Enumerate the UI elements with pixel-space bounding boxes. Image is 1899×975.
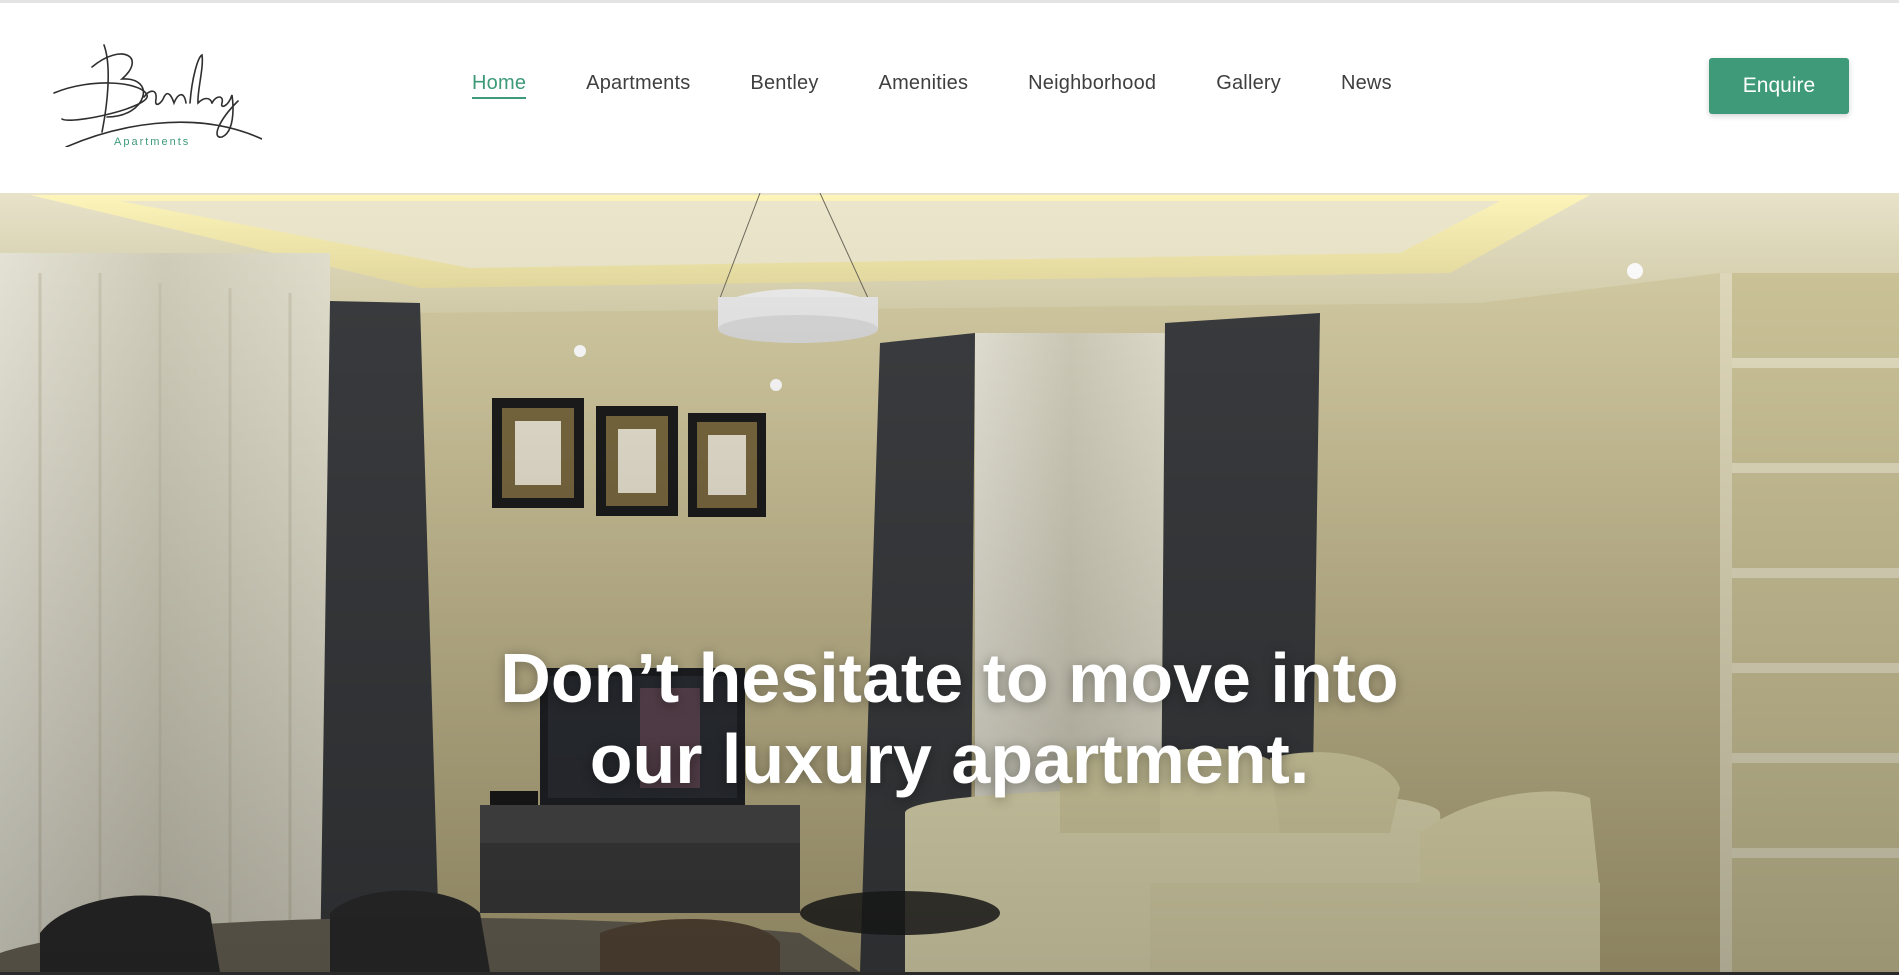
hero-living-room-image xyxy=(0,193,1899,972)
nav-home[interactable]: Home xyxy=(472,72,527,99)
hero-heading-line-1: Don’t hesitate to move into xyxy=(500,639,1399,717)
nav-bentley[interactable]: Bentley xyxy=(750,72,818,99)
main-navigation: Home Apartments Bentley Amenities Neighb… xyxy=(472,3,1392,168)
bentley-logo[interactable]: Apartments xyxy=(52,37,262,147)
site-header: Apartments Home Apartments Bentley Ameni… xyxy=(0,3,1899,193)
hero-heading: Don’t hesitate to move into our luxury a… xyxy=(0,638,1899,800)
bentley-logo-icon: Apartments xyxy=(53,44,262,147)
nav-news[interactable]: News xyxy=(1341,72,1392,99)
nav-apartments[interactable]: Apartments xyxy=(586,72,690,99)
nav-gallery[interactable]: Gallery xyxy=(1216,72,1281,99)
hero-section: Don’t hesitate to move into our luxury a… xyxy=(0,193,1899,972)
nav-amenities[interactable]: Amenities xyxy=(879,72,969,99)
logo-subtitle: Apartments xyxy=(114,136,190,147)
enquire-button[interactable]: Enquire xyxy=(1709,58,1849,114)
hero-heading-line-2: our luxury apartment. xyxy=(589,720,1310,798)
nav-neighborhood[interactable]: Neighborhood xyxy=(1028,72,1156,99)
